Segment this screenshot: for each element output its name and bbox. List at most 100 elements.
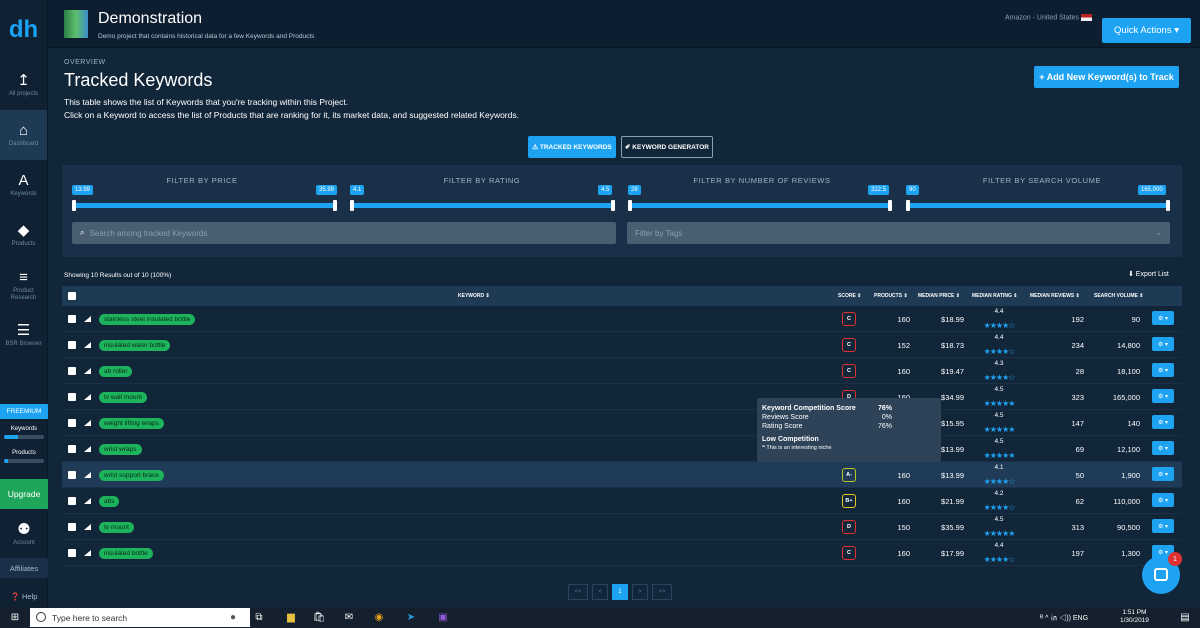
header-search-volume[interactable]: SEARCH VOLUME ⇕ <box>1094 293 1143 299</box>
reviews-slider-min-handle[interactable] <box>628 200 632 211</box>
taskbar-search-input[interactable]: Type here to search <box>30 608 250 627</box>
row-actions-button[interactable]: ⚙ ▾ <box>1152 493 1174 507</box>
help-link[interactable]: ❓ Help <box>0 586 48 606</box>
row-checkbox[interactable] <box>68 497 76 505</box>
table-row[interactable]: tv wall mountD160$34.994.5★★★★★323165,00… <box>62 384 1182 410</box>
chat-button[interactable]: 1 <box>1142 552 1182 594</box>
keyword-tag[interactable]: wrist support brace <box>99 470 164 481</box>
header-score[interactable]: SCORE ⇕ <box>838 293 861 299</box>
keyword-tag[interactable]: wrist wraps <box>99 444 142 455</box>
sidebar-item-keywords[interactable]: A Keywords <box>0 160 47 210</box>
row-checkbox[interactable] <box>68 523 76 531</box>
microphone-icon[interactable]: ● <box>226 610 240 624</box>
score-badge[interactable]: C <box>842 338 856 352</box>
header-median-price[interactable]: MEDIAN PRICE ⇕ <box>918 293 960 299</box>
chart-icon[interactable] <box>84 420 91 426</box>
export-list-button[interactable]: ⬇ Export List <box>1128 270 1169 278</box>
chart-icon[interactable] <box>84 316 91 322</box>
table-row[interactable]: ab roller C 160 $19.47 4.3 ★★★★☆ 28 18,100 ⚙ ▾ <box>62 358 1182 384</box>
table-row[interactable]: wrist support brace A- 160 $13.99 4.1 ★★★★☆ 50… <box>62 462 1182 488</box>
row-actions-button[interactable]: ⚙ ▾ <box>1152 519 1174 533</box>
chart-icon[interactable] <box>84 446 91 452</box>
row-actions-button[interactable]: ⚙ ▾ <box>1152 467 1174 481</box>
rating-slider-max-handle[interactable] <box>611 200 615 211</box>
header-keyword[interactable]: KEYWORD ⇕ <box>458 293 490 299</box>
marketplace-label[interactable]: Amazon - United States <box>1005 14 1092 21</box>
table-row[interactable]: tv mount D 150 $35.99 4.5 ★★★★★ 313 90,500 ⚙ ▾ <box>62 514 1182 540</box>
sidebar-item-product-research[interactable]: ≡ Product Research <box>0 260 47 310</box>
row-checkbox[interactable] <box>68 471 76 479</box>
pagination-page-1[interactable]: 1 <box>612 584 628 600</box>
file-explorer-icon[interactable]: ▆ <box>284 610 298 624</box>
mail-icon[interactable]: ✉ <box>342 610 356 624</box>
score-badge[interactable]: C <box>842 312 856 326</box>
row-actions-button[interactable]: ⚙ ▾ <box>1152 311 1174 325</box>
keyword-tag[interactable]: insulated bottle <box>99 548 153 559</box>
system-tray[interactable]: ᴿ ^ ㏌ ◁)) ENG <box>1040 613 1088 623</box>
row-checkbox[interactable] <box>68 315 76 323</box>
row-checkbox[interactable] <box>68 549 76 557</box>
keyword-tag[interactable]: weight lifting wraps <box>99 418 164 429</box>
app-logo[interactable]: dh <box>0 0 47 60</box>
affiliates-link[interactable]: Affiliates <box>0 558 48 578</box>
notifications-icon[interactable]: ▤ <box>1178 610 1192 624</box>
chart-icon[interactable] <box>84 524 91 530</box>
table-row[interactable]: stainless steel insulated bottle C 160 $18.… <box>62 306 1182 332</box>
clock[interactable]: 1:51 PM 1/30/2019 <box>1120 609 1149 625</box>
row-checkbox[interactable] <box>68 341 76 349</box>
header-median-rating[interactable]: MEDIAN RATING ⇕ <box>972 293 1017 299</box>
row-checkbox[interactable] <box>68 367 76 375</box>
row-checkbox[interactable] <box>68 419 76 427</box>
telegram-icon[interactable]: ➤ <box>404 610 418 624</box>
store-icon[interactable]: 🛍 <box>312 610 326 624</box>
price-slider[interactable] <box>74 203 336 208</box>
sidebar-item-all-projects[interactable]: ↥ All projects <box>0 60 47 110</box>
score-badge[interactable]: C <box>842 364 856 378</box>
chart-icon[interactable] <box>84 550 91 556</box>
quick-actions-button[interactable]: Quick Actions ▾ <box>1102 18 1191 43</box>
tab-keyword-generator[interactable]: ✐ KEYWORD GENERATOR <box>621 136 713 158</box>
table-row[interactable]: weight lifting wrapsC160$15.954.5★★★★★14… <box>62 410 1182 436</box>
row-actions-button[interactable]: ⚙ ▾ <box>1152 363 1174 377</box>
pagination-first[interactable]: << <box>568 584 588 600</box>
chart-icon[interactable] <box>84 472 91 478</box>
keyword-tag[interactable]: stainless steel insulated bottle <box>99 314 196 325</box>
price-slider-max-handle[interactable] <box>333 200 337 211</box>
volume-slider-min-handle[interactable] <box>906 200 910 211</box>
score-badge[interactable]: B+ <box>842 494 856 508</box>
sidebar-item-account[interactable]: ⚉ Account <box>0 514 48 554</box>
volume-slider[interactable] <box>908 203 1170 208</box>
header-median-reviews[interactable]: MEDIAN REVIEWS ⇕ <box>1030 293 1080 299</box>
table-row[interactable]: insulated bottle C 160 $17.99 4.4 ★★★★☆ 197 1,3… <box>62 540 1182 566</box>
volume-slider-max-handle[interactable] <box>1166 200 1170 211</box>
rating-slider[interactable] <box>352 203 614 208</box>
table-row[interactable]: wrist wrapsC160$13.994.5★★★★★6912,100⚙ ▾ <box>62 436 1182 462</box>
table-row[interactable]: abs B+ 160 $21.99 4.2 ★★★★☆ 62 110,000 ⚙ ▾ <box>62 488 1182 514</box>
table-row[interactable]: insulated water bottle C 152 $18.73 4.4 ★★★★☆… <box>62 332 1182 358</box>
pagination-last[interactable]: >> <box>652 584 672 600</box>
sidebar-item-products[interactable]: ◆ Products <box>0 210 47 260</box>
header-products[interactable]: PRODUCTS ⇕ <box>874 293 908 299</box>
chrome-icon[interactable]: ◉ <box>372 610 386 624</box>
score-badge[interactable]: C <box>842 546 856 560</box>
task-view-icon[interactable]: ⧉ <box>252 610 266 624</box>
row-actions-button[interactable]: ⚙ ▾ <box>1152 415 1174 429</box>
keyword-tag[interactable]: tv wall mount <box>99 392 147 403</box>
row-checkbox[interactable] <box>68 445 76 453</box>
keyword-tag[interactable]: tv mount <box>99 522 134 533</box>
reviews-slider[interactable] <box>630 203 892 208</box>
score-badge[interactable]: D <box>842 520 856 534</box>
row-checkbox[interactable] <box>68 393 76 401</box>
row-actions-button[interactable]: ⚙ ▾ <box>1152 337 1174 351</box>
windows-start-icon[interactable]: ⊞ <box>8 610 22 624</box>
chart-icon[interactable] <box>84 368 91 374</box>
reviews-slider-max-handle[interactable] <box>888 200 892 211</box>
select-all-checkbox[interactable] <box>68 292 76 300</box>
pagination-next[interactable]: > <box>632 584 648 600</box>
row-actions-button[interactable]: ⚙ ▾ <box>1152 389 1174 403</box>
keyword-tag[interactable]: abs <box>99 496 120 507</box>
keyword-tag[interactable]: ab roller <box>99 366 133 377</box>
row-actions-button[interactable]: ⚙ ▾ <box>1152 441 1174 455</box>
tags-filter-select[interactable]: Filter by Tags ⌄ <box>627 222 1170 244</box>
pagination-prev[interactable]: < <box>592 584 608 600</box>
